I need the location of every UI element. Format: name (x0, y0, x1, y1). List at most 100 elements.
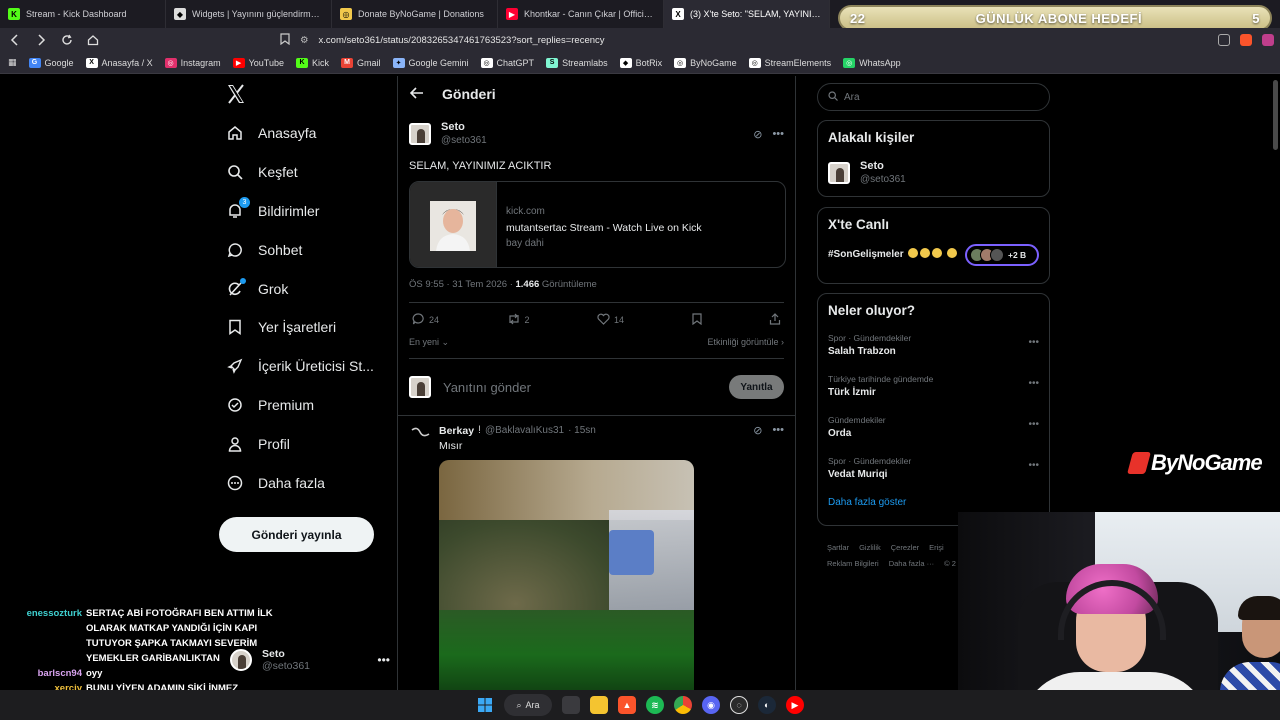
footer-link[interactable]: Erişi (929, 543, 944, 552)
tab-widgets[interactable]: ◆ Widgets | Yayınını güçlendirmek için (166, 0, 332, 28)
view-activity-link[interactable]: Etkinliği görüntüle › (707, 337, 784, 348)
tab-donate[interactable]: ◎ Donate ByNoGame | Donations (332, 0, 498, 28)
post-button[interactable]: Gönderi yayınla (219, 517, 374, 552)
trend-item[interactable]: Türkiye tarihinde gündemde Türk İzmir ••… (828, 373, 1039, 399)
forward-icon[interactable] (32, 31, 50, 49)
chrome-icon[interactable] (674, 696, 692, 714)
nav-notifications[interactable]: 3 Bildirimler (220, 192, 396, 231)
more-dots-icon[interactable]: ••• (1028, 418, 1039, 431)
back-arrow-icon[interactable] (409, 86, 424, 102)
nav-more[interactable]: Daha fazla (220, 463, 396, 502)
bookmark-page-icon[interactable] (280, 32, 290, 48)
nav-label: Premium (258, 396, 315, 413)
trend-item[interactable]: Gündemdekiler Orda ••• (828, 414, 1039, 440)
footer-link[interactable]: Çerezler (891, 543, 919, 552)
nav-chat[interactable]: Sohbet (220, 230, 396, 269)
brave-rewards-icon[interactable] (1262, 34, 1274, 46)
reply-input[interactable]: Yanıtını gönder (443, 380, 531, 395)
bookmark-streamelements[interactable]: ◎ StreamElements (748, 57, 831, 68)
reply-author-name[interactable]: Berkay (439, 425, 474, 437)
repost-action[interactable]: 2 (507, 313, 530, 327)
reply-author-handle[interactable]: @BaklavalıKus31 (485, 425, 564, 436)
footer-link[interactable]: Daha fazla ··· (889, 559, 934, 568)
share-action[interactable] (769, 313, 781, 327)
tab-x-active[interactable]: X (3) X'te Seto: "SELAM, YAYINIMIZ (664, 0, 830, 28)
back-icon[interactable] (6, 31, 24, 49)
avatar[interactable] (409, 123, 431, 145)
grok-icon[interactable]: ⊘ (753, 424, 762, 437)
youtube-icon[interactable]: ▶ (786, 696, 804, 714)
nav-grok[interactable]: Grok (220, 269, 396, 308)
bookmark-kick[interactable]: K Kick (295, 57, 329, 68)
windows-start-icon[interactable] (476, 696, 494, 714)
bookmark-gmail[interactable]: M Gmail (341, 57, 381, 68)
bookmark-instagram[interactable]: ◎ Instagram (164, 57, 221, 68)
link-card[interactable]: kick.com mutantsertac Stream - Watch Liv… (409, 181, 786, 268)
bookmark-action[interactable] (691, 313, 702, 327)
tweet-author-handle[interactable]: @seto361 (441, 134, 487, 148)
bookmark-chatgpt[interactable]: ◎ ChatGPT (480, 57, 534, 68)
brave-shield-icon[interactable] (1240, 34, 1252, 46)
taskbar-search[interactable]: ⌕ Ara (504, 694, 552, 716)
bookmark-google[interactable]: G Google (28, 57, 74, 68)
tweet-author-name[interactable]: Seto (441, 120, 487, 134)
spotify-icon[interactable]: ≋ (646, 696, 664, 714)
file-explorer-icon[interactable] (590, 696, 608, 714)
live-item[interactable]: #SonGelişmeler +2 B (828, 244, 1039, 266)
steam-icon[interactable]: ◐ (758, 696, 776, 714)
x-logo-icon[interactable] (225, 83, 247, 105)
obs-icon[interactable]: ◌ (730, 696, 748, 714)
nav-creator-studio[interactable]: İçerik Üreticisi St... (220, 347, 396, 386)
url-field[interactable]: ⚙ x.com/seto361/status/20832653474617635… (280, 32, 605, 48)
more-dots-icon[interactable]: ••• (772, 128, 784, 141)
reply-avatar-icon[interactable] (409, 424, 431, 446)
sort-dropdown[interactable]: En yeni ⌄ (409, 337, 449, 348)
reply-action[interactable]: 24 (412, 313, 439, 327)
reply-tweet[interactable]: Berkay ⵑ @BaklavalıKus31 · 15sn ⊘ ••• Mı… (398, 416, 795, 690)
more-dots-icon[interactable]: ••• (1028, 336, 1039, 349)
trend-item[interactable]: Spor · Gündemdekiler Vedat Muriqi ••• (828, 455, 1039, 481)
more-dots-icon[interactable]: ••• (1028, 377, 1039, 390)
more-dots-icon[interactable]: ••• (377, 653, 390, 667)
like-action[interactable]: 14 (597, 313, 624, 327)
bookmark-x[interactable]: X Anasayfa / X (85, 57, 153, 68)
tab-kick-dashboard[interactable]: K Stream - Kick Dashboard (0, 0, 166, 28)
avatar (828, 162, 850, 184)
apps-grid-icon[interactable]: ▦ (8, 57, 17, 68)
bookmark-gemini[interactable]: ✦ Google Gemini (392, 57, 469, 68)
bookmark-whatsapp[interactable]: ◎ WhatsApp (843, 57, 901, 68)
nav-premium[interactable]: Premium (220, 386, 396, 425)
more-dots-icon[interactable]: ••• (772, 424, 784, 437)
reload-icon[interactable] (58, 31, 76, 49)
grok-icon[interactable]: ⊘ (753, 128, 762, 141)
tab-youtube[interactable]: ▶ Khontkar - Canın Çıkar | Official V (498, 0, 664, 28)
reader-icon[interactable] (1218, 34, 1230, 46)
trend-item[interactable]: Spor · Gündemdekiler Salah Trabzon ••• (828, 332, 1039, 358)
search-input[interactable]: Ara (817, 83, 1050, 111)
brave-browser-icon[interactable]: ▲ (618, 696, 636, 714)
home-browser-icon[interactable] (84, 31, 102, 49)
footer-link[interactable]: Şartlar (827, 543, 849, 552)
more-dots-icon[interactable]: ••• (1028, 459, 1039, 472)
bookmark-streamlabs[interactable]: S Streamlabs (546, 57, 608, 68)
live-listeners-pill[interactable]: +2 B (965, 244, 1039, 266)
task-view-icon[interactable] (562, 696, 580, 714)
nav-label: Daha fazla (258, 474, 325, 491)
nav-explore[interactable]: Keşfet (220, 153, 396, 192)
footer-link[interactable]: Reklam Bilgileri (827, 559, 879, 568)
bookmark-youtube[interactable]: ▶ YouTube (232, 57, 284, 68)
bookmark-botrix[interactable]: ◆ BotRix (619, 57, 662, 68)
bookmark-bynogame[interactable]: ◎ ByNoGame (674, 57, 737, 68)
related-person[interactable]: Seto @seto361 (828, 159, 1039, 187)
chat-username: enessozturk (26, 608, 82, 619)
nav-home[interactable]: Anasayfa (220, 114, 396, 153)
site-settings-icon[interactable]: ⚙ (300, 35, 309, 46)
nav-bookmarks[interactable]: Yer İşaretleri (220, 308, 396, 347)
reply-media-image[interactable] (439, 460, 694, 690)
reply-button[interactable]: Yanıtla (729, 375, 784, 399)
footer-link[interactable]: Gizlilik (859, 543, 881, 552)
scrollbar-thumb[interactable] (1273, 80, 1278, 150)
nav-profile[interactable]: Profil (220, 424, 396, 463)
show-more-link[interactable]: Daha fazla göster (828, 497, 1039, 508)
discord-icon[interactable]: ◉ (702, 696, 720, 714)
